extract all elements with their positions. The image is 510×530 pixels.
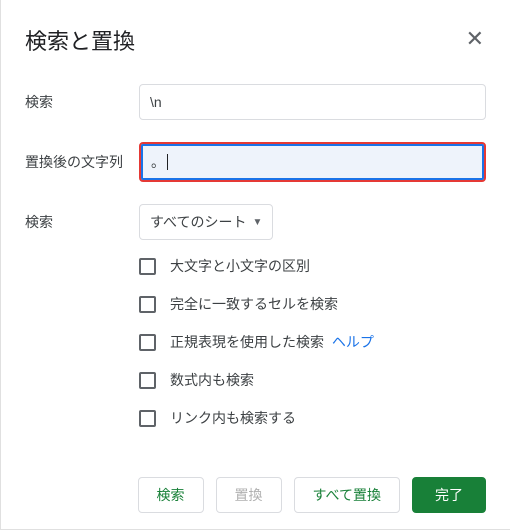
replace-input[interactable]: 。: [139, 142, 486, 182]
replace-all-button[interactable]: すべて置換: [294, 477, 400, 513]
scope-label: 検索: [25, 212, 139, 232]
dialog-header: 検索と置換 ✕: [25, 24, 486, 56]
option-match-case[interactable]: 大文字と小文字の区別: [139, 256, 486, 276]
scope-row: 検索 すべてのシート ▼: [25, 204, 486, 240]
dialog-footer: 検索 置換 すべて置換 完了: [138, 477, 486, 513]
chevron-down-icon: ▼: [252, 217, 262, 228]
find-button[interactable]: 検索: [138, 477, 204, 513]
option-regex[interactable]: 正規表現を使用した検索 ヘルプ: [139, 332, 486, 352]
text-cursor: [167, 154, 168, 170]
dialog-title: 検索と置換: [25, 24, 135, 56]
scope-selected: すべてのシート: [150, 212, 246, 232]
search-label: 検索: [25, 92, 139, 112]
checkbox-match-case[interactable]: [139, 258, 156, 275]
regex-help-link[interactable]: ヘルプ: [332, 334, 374, 350]
replace-label: 置換後の文字列: [25, 152, 139, 172]
option-formulas[interactable]: 数式内も検索: [139, 370, 486, 390]
label-regex: 正規表現を使用した検索 ヘルプ: [170, 332, 374, 352]
search-input[interactable]: [139, 84, 486, 120]
checkbox-entire-cell[interactable]: [139, 296, 156, 313]
regex-text: 正規表現を使用した検索: [170, 334, 324, 350]
label-formulas: 数式内も検索: [170, 370, 254, 390]
label-links: リンク内も検索する: [170, 408, 296, 428]
replace-button[interactable]: 置換: [216, 477, 282, 513]
label-match-case: 大文字と小文字の区別: [170, 256, 310, 276]
label-entire-cell: 完全に一致するセルを検索: [170, 294, 338, 314]
replace-value: 。: [151, 152, 165, 172]
checkbox-links[interactable]: [139, 410, 156, 427]
checkbox-regex[interactable]: [139, 334, 156, 351]
find-replace-dialog: 検索と置換 ✕ 検索 置換後の文字列 。 検索 すべてのシート ▼ 大文字と小文…: [0, 0, 510, 530]
option-entire-cell[interactable]: 完全に一致するセルを検索: [139, 294, 486, 314]
done-button[interactable]: 完了: [412, 477, 486, 513]
checkbox-formulas[interactable]: [139, 372, 156, 389]
scope-select[interactable]: すべてのシート ▼: [139, 204, 273, 240]
options-section: 大文字と小文字の区別 完全に一致するセルを検索 正規表現を使用した検索 ヘルプ …: [139, 256, 486, 428]
option-links[interactable]: リンク内も検索する: [139, 408, 486, 428]
search-row: 検索: [25, 84, 486, 120]
replace-row: 置換後の文字列 。: [25, 142, 486, 182]
close-icon[interactable]: ✕: [464, 26, 486, 52]
